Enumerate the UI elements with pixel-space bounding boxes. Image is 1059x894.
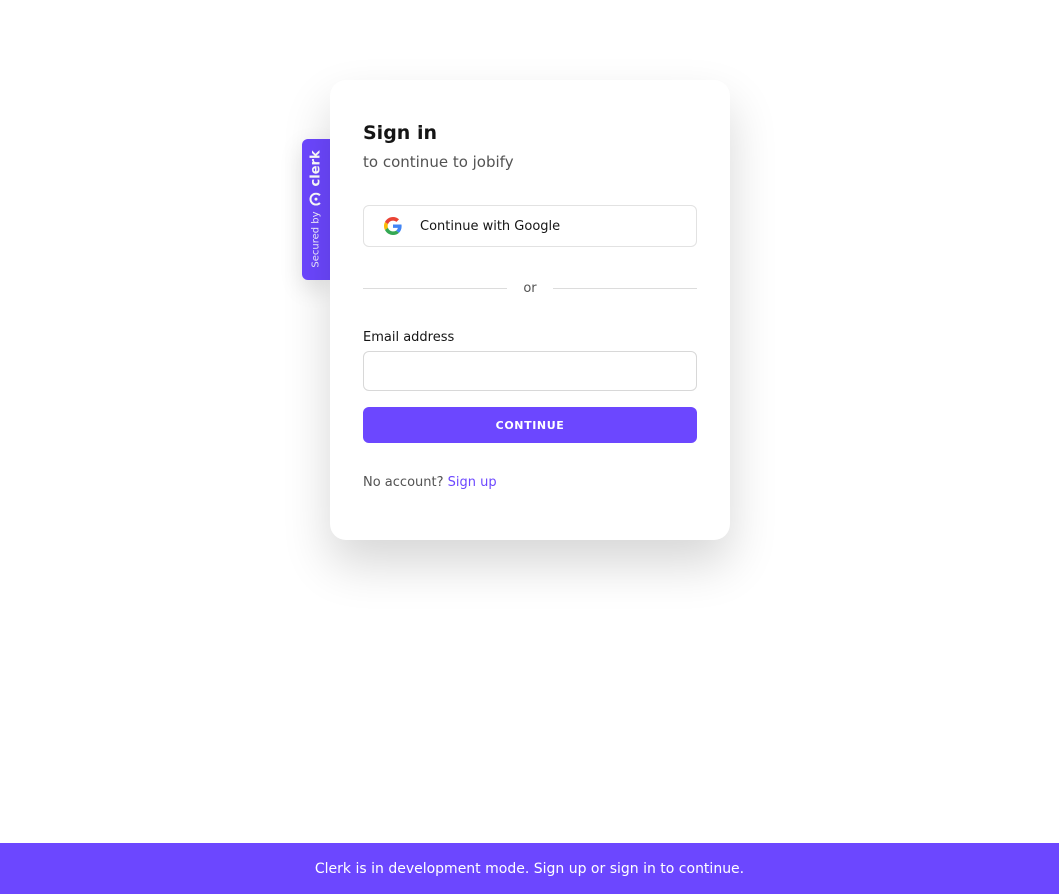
- clerk-logo-icon: [310, 192, 323, 205]
- email-field[interactable]: [363, 351, 697, 391]
- google-icon: [384, 217, 402, 235]
- no-account-text: No account?: [363, 475, 444, 490]
- secured-by-clerk-badge[interactable]: Secured by clerk: [302, 139, 330, 280]
- divider-text: or: [523, 280, 537, 296]
- divider-line-left: [363, 287, 508, 289]
- page-title: Sign in: [363, 122, 437, 144]
- secured-by-text: Secured by: [310, 211, 322, 268]
- email-label: Email address: [363, 330, 455, 345]
- or-divider: or: [363, 278, 697, 298]
- development-mode-banner: Clerk is in development mode. Sign up or…: [0, 843, 1059, 894]
- page-subtitle: to continue to jobify: [363, 153, 514, 171]
- continue-with-google-button[interactable]: Continue with Google: [363, 205, 697, 247]
- sign-up-link[interactable]: Sign up: [448, 475, 497, 490]
- clerk-brand-text: clerk: [308, 150, 324, 187]
- google-button-label: Continue with Google: [420, 218, 561, 234]
- continue-button[interactable]: CONTINUE: [363, 407, 697, 443]
- sign-in-card: Sign in to continue to jobify Continue w…: [330, 80, 730, 540]
- development-mode-text: Clerk is in development mode. Sign up or…: [314, 860, 745, 877]
- divider-line-right: [552, 287, 697, 289]
- no-account-row: No account? Sign up: [363, 475, 497, 490]
- page: Secured by clerk Sign in to continue to …: [0, 0, 1059, 894]
- secured-by-clerk-content: Secured by clerk: [309, 150, 324, 267]
